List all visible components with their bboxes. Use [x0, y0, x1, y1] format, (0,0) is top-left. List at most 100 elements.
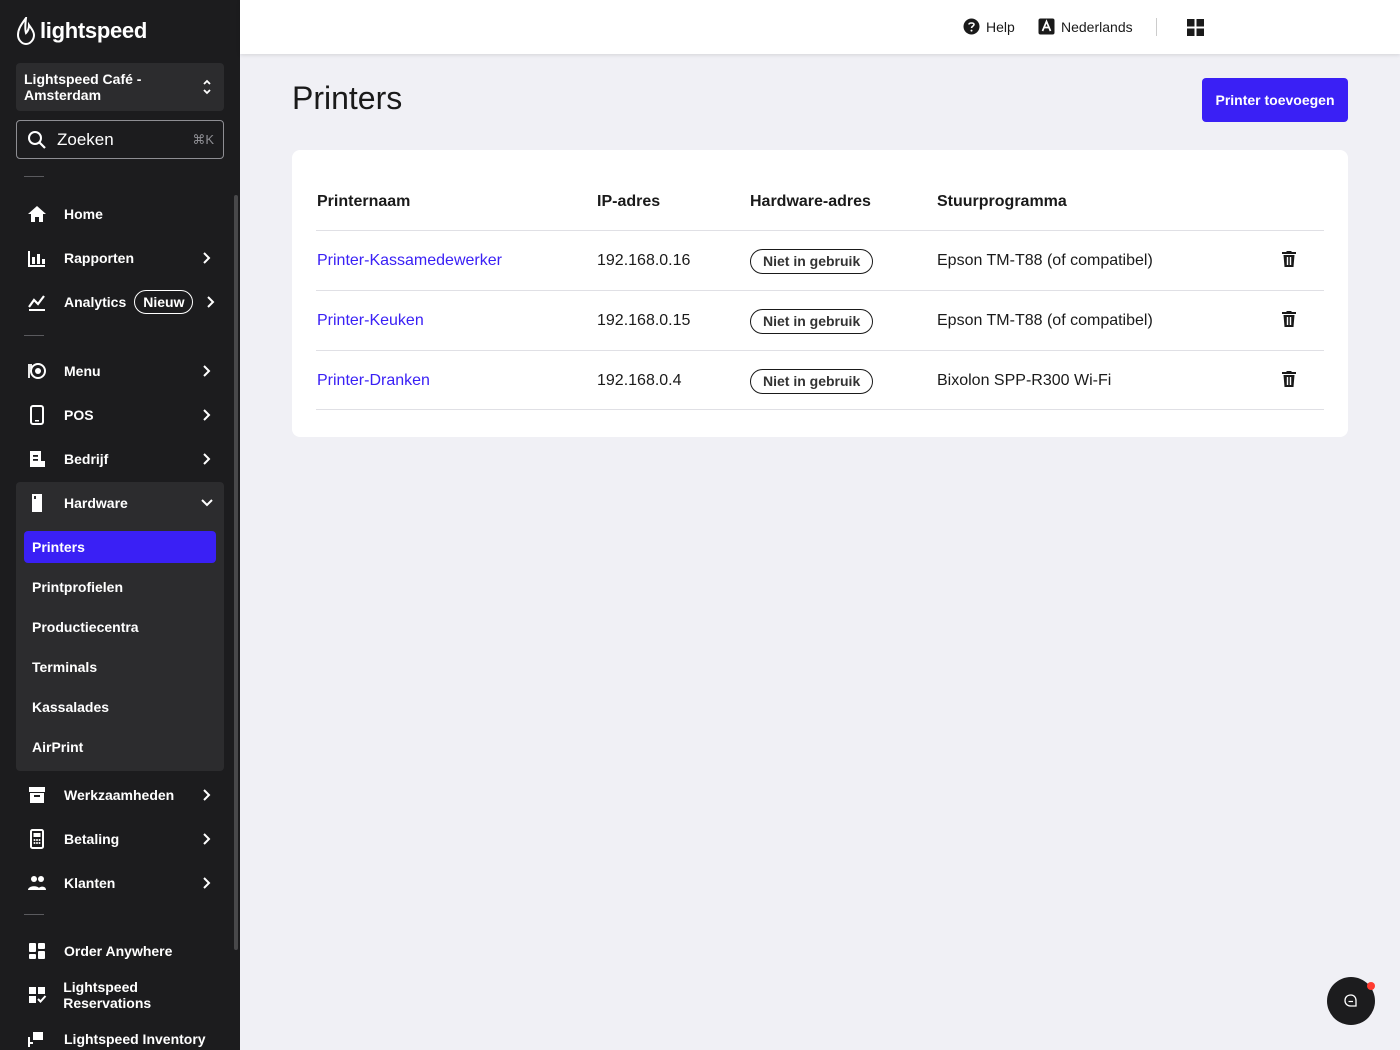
analytics-icon [26, 291, 48, 313]
trash-icon[interactable] [1282, 251, 1296, 267]
archive-icon [26, 784, 48, 806]
sidebar-item-label: Menu [64, 363, 101, 379]
help-icon [963, 18, 980, 35]
hardware-icon [26, 492, 48, 514]
printer-name-link[interactable]: Printer-Kassamedewerker [317, 252, 502, 270]
lightspeed-logo[interactable]: lightspeed [16, 16, 147, 46]
sidebar-item-label: Hardware [64, 495, 128, 511]
sidebar-subitem-kassalades[interactable]: Kassalades [24, 691, 216, 723]
sidebar-subitem-terminals[interactable]: Terminals [24, 651, 216, 683]
sidebar-item-label: Bedrijf [64, 451, 109, 467]
trash-icon[interactable] [1282, 311, 1296, 327]
driver: Epson TM-T88 (of compatibel) [937, 312, 1153, 329]
chevron-right-icon [203, 833, 211, 845]
column-header-name: Printernaam [317, 193, 411, 210]
sidebar-item-order-anywhere[interactable]: Order Anywhere [16, 929, 224, 973]
business-icon [26, 448, 48, 470]
brand-name: lightspeed [40, 18, 148, 43]
sidebar-scrollbar[interactable] [234, 195, 238, 950]
page-title: Printers [292, 80, 403, 116]
customers-icon [26, 872, 48, 894]
column-header-ip: IP-adres [597, 193, 661, 210]
language-label: Nederlands [1061, 18, 1133, 35]
flame-logo-icon [16, 17, 36, 45]
sidebar-item-label: POS [64, 407, 94, 423]
chevron-right-icon [203, 409, 211, 421]
chevron-right-icon [207, 296, 215, 308]
notification-dot [1367, 982, 1375, 990]
menu-plate-icon [26, 360, 48, 382]
sidebar-subitem-airprint[interactable]: AirPrint [24, 731, 216, 763]
sidebar-item-label: Home [64, 206, 103, 222]
sidebar-item-rapporten[interactable]: Rapporten [16, 236, 224, 280]
language-selector[interactable]: Nederlands [1038, 18, 1133, 35]
search-label: Zoeken [57, 129, 114, 149]
trash-icon[interactable] [1282, 371, 1296, 387]
sidebar-item-reservations[interactable]: Lightspeed Reservations [16, 973, 224, 1017]
store-selector[interactable]: Lightspeed Café - Amsterdam [16, 63, 224, 111]
table-row: Printer-Keuken 192.168.0.15 Niet in gebr… [316, 290, 1324, 350]
search-input[interactable]: Zoeken ⌘K [16, 120, 224, 159]
divider [24, 914, 44, 915]
chevron-right-icon [203, 789, 211, 801]
sidebar-item-label: Werkzaamheden [64, 787, 175, 803]
ip-address: 192.168.0.16 [597, 252, 691, 269]
topbar-divider [1156, 18, 1157, 36]
ip-address: 192.168.0.15 [597, 312, 691, 329]
chevron-right-icon [203, 877, 211, 889]
column-header-driver: Stuurprogramma [937, 193, 1067, 210]
sidebar-item-analytics[interactable]: Analytics Nieuw [16, 280, 224, 324]
sidebar-item-werkzaamheden[interactable]: Werkzaamheden [16, 773, 224, 817]
sidebar-item-klanten[interactable]: Klanten [16, 861, 224, 905]
chevron-down-icon [201, 499, 213, 507]
sidebar-subitem-productiecentra[interactable]: Productiecentra [24, 611, 216, 643]
apps-grid-icon[interactable] [1187, 19, 1204, 36]
divider [24, 335, 44, 336]
sidebar-item-bedrijf[interactable]: Bedrijf [16, 437, 224, 481]
chevron-right-icon [203, 252, 211, 264]
sidebar-item-pos[interactable]: POS [16, 393, 224, 437]
chat-icon [1344, 994, 1357, 1007]
status-badge: Niet in gebruik [750, 369, 874, 394]
table-row: Printer-Dranken 192.168.0.4 Niet in gebr… [316, 350, 1324, 410]
printer-name-link[interactable]: Printer-Dranken [317, 372, 430, 390]
chevron-right-icon [203, 453, 211, 465]
sidebar-item-label: Betaling [64, 831, 120, 847]
payment-terminal-icon [26, 828, 48, 850]
sidebar-item-label: Klanten [64, 875, 116, 891]
sidebar-item-inventory[interactable]: Lightspeed Inventory [16, 1017, 224, 1050]
sidebar-item-label: Lightspeed Inventory [64, 1031, 206, 1047]
column-header-hardware: Hardware-adres [750, 193, 871, 210]
search-icon [28, 130, 46, 149]
home-icon [26, 203, 48, 225]
search-shortcut: ⌘K [192, 132, 214, 147]
printer-name-link[interactable]: Printer-Keuken [317, 312, 424, 330]
sidebar-item-menu[interactable]: Menu [16, 349, 224, 393]
chevron-right-icon [203, 365, 211, 377]
order-anywhere-icon [26, 940, 48, 962]
tablet-icon [26, 404, 48, 426]
help-link[interactable]: Help [963, 18, 1015, 35]
help-label: Help [986, 18, 1015, 35]
sidebar-item-label: Order Anywhere [64, 943, 173, 959]
new-badge: Nieuw [134, 290, 194, 314]
inventory-icon [26, 1028, 48, 1050]
sidebar-item-label: Lightspeed Reservations [63, 979, 152, 1011]
reservations-icon [26, 984, 47, 1006]
bar-chart-icon [26, 247, 48, 269]
driver: Bixolon SPP-R300 Wi-Fi [937, 372, 1112, 389]
status-badge: Niet in gebruik [750, 249, 874, 274]
divider [24, 176, 44, 177]
sidebar-item-home[interactable]: Home [16, 192, 224, 236]
sidebar-item-betaling[interactable]: Betaling [16, 817, 224, 861]
status-badge: Niet in gebruik [750, 309, 874, 334]
sidebar-item-label: Rapporten [64, 250, 134, 266]
add-printer-button[interactable]: Printer toevoegen [1202, 78, 1348, 122]
store-name: Lightspeed Café - Amsterdam [24, 71, 142, 103]
language-icon [1038, 18, 1055, 35]
sidebar-item-hardware[interactable]: Hardware [16, 481, 224, 525]
sidebar-subitem-printers[interactable]: Printers [24, 531, 216, 563]
sidebar-item-label: Analytics [64, 294, 127, 310]
sidebar-subitem-printprofielen[interactable]: Printprofielen [24, 571, 216, 603]
sidebar: lightspeed Lightspeed Café - Amsterdam Z… [0, 0, 240, 1050]
